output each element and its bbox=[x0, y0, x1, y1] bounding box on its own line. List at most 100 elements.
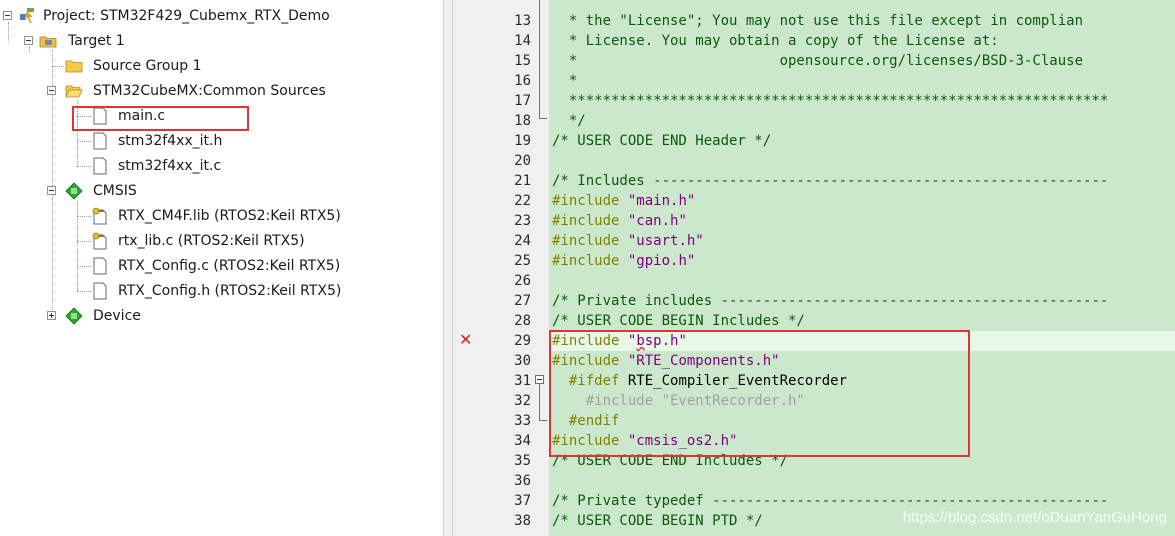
line-number: 19 bbox=[514, 133, 531, 149]
line-number: 36 bbox=[514, 473, 531, 489]
watermark: https://blog.csdn.net/oDuanYanGuHong bbox=[902, 509, 1167, 526]
line-number: 21 bbox=[514, 173, 531, 189]
code-line-13: * the "License"; You may not use this fi… bbox=[552, 13, 1084, 29]
keyword: #include bbox=[552, 193, 620, 209]
keyword: #include bbox=[552, 213, 620, 229]
line-number: 34 bbox=[514, 433, 531, 449]
collapse-icon[interactable] bbox=[47, 186, 56, 195]
file-icon bbox=[93, 257, 107, 275]
line-number: 23 bbox=[514, 213, 531, 229]
line-number: 33 bbox=[514, 413, 531, 429]
string: "main.h" bbox=[627, 193, 696, 209]
it-c-label: stm32f4xx_it.c bbox=[118, 158, 222, 174]
line-number: 30 bbox=[514, 353, 531, 369]
project-icon bbox=[20, 8, 34, 23]
code-line-19: /* USER CODE END Header */ bbox=[552, 133, 772, 149]
file-icon bbox=[93, 157, 107, 175]
project-label: Project: STM32F429_Cubemx_RTX_Demo bbox=[43, 8, 330, 24]
line-number: 20 bbox=[514, 153, 531, 169]
line-number: 22 bbox=[514, 193, 531, 209]
fold-line bbox=[539, 384, 540, 420]
line-number: 16 bbox=[514, 73, 531, 89]
code-line-37: /* Private typedef ---------------------… bbox=[552, 493, 1109, 509]
key-file-icon bbox=[92, 207, 107, 225]
code-line-17: ****************************************… bbox=[552, 93, 1109, 109]
tree-node-target[interactable]: Target 1 bbox=[0, 29, 200, 54]
fold-collapse-icon[interactable] bbox=[535, 375, 544, 384]
file-icon bbox=[93, 132, 107, 150]
rtx-config-h-label: RTX_Config.h (RTOS2:Keil RTX5) bbox=[118, 283, 342, 299]
fold-end bbox=[539, 420, 547, 421]
tree-node-rtx-lib-c[interactable]: rtx_lib.c (RTOS2:Keil RTX5) bbox=[0, 229, 340, 254]
fold-end bbox=[539, 118, 547, 119]
collapse-icon[interactable] bbox=[47, 86, 56, 95]
cmsis-label: CMSIS bbox=[93, 183, 137, 199]
keyword: #include bbox=[552, 253, 620, 269]
pane-splitter[interactable] bbox=[443, 0, 453, 536]
tree-node-rtx-config-c[interactable]: RTX_Config.c (RTOS2:Keil RTX5) bbox=[0, 254, 340, 279]
rtx-lib-label: RTX_CM4F.lib (RTOS2:Keil RTX5) bbox=[118, 208, 341, 224]
tree-node-rtx-config-h[interactable]: RTX_Config.h (RTOS2:Keil RTX5) bbox=[0, 279, 342, 304]
target-folder-icon bbox=[39, 36, 57, 48]
file-icon bbox=[93, 282, 107, 300]
code-line-16: * bbox=[552, 73, 578, 89]
string: "gpio.h" bbox=[627, 253, 696, 269]
line-number: 25 bbox=[514, 253, 531, 269]
collapse-icon[interactable] bbox=[3, 11, 12, 20]
line-number: 27 bbox=[514, 293, 531, 309]
rtx-lib-c-label: rtx_lib.c (RTOS2:Keil RTX5) bbox=[118, 233, 305, 249]
line-number: 38 bbox=[514, 513, 531, 529]
line-number: 31 bbox=[514, 373, 531, 389]
code-line-24: #include "usart.h" bbox=[552, 231, 704, 251]
code-line-23: #include "can.h" bbox=[552, 211, 687, 231]
device-label: Device bbox=[93, 308, 141, 324]
line-number: 28 bbox=[514, 313, 531, 329]
error-marker-icon[interactable]: ✕ bbox=[459, 330, 472, 350]
editor-gutter[interactable] bbox=[453, 0, 501, 536]
code-line-21: /* Includes ----------------------------… bbox=[552, 173, 1109, 189]
code-line-38: /* USER CODE BEGIN PTD */ bbox=[552, 513, 763, 529]
tree-node-project[interactable]: Project: STM32F429_Cubemx_RTX_Demo bbox=[0, 4, 330, 29]
line-number: 14 bbox=[514, 33, 531, 49]
tree-node-it-c[interactable]: stm32f4xx_it.c bbox=[0, 154, 250, 179]
code-line-18: */ bbox=[552, 113, 586, 129]
tree-node-source-group[interactable]: Source Group 1 bbox=[0, 54, 220, 79]
highlight-box-includes bbox=[549, 330, 970, 457]
line-number: 26 bbox=[514, 273, 531, 289]
collapse-icon[interactable] bbox=[24, 36, 33, 45]
fold-column bbox=[533, 0, 549, 536]
tree-node-it-h[interactable]: stm32f4xx_it.h bbox=[0, 129, 250, 154]
open-folder-icon bbox=[65, 85, 83, 98]
component-diamond-icon bbox=[65, 182, 83, 200]
code-line-28: /* USER CODE BEGIN Includes */ bbox=[552, 313, 805, 329]
common-sources-label: STM32CubeMX:Common Sources bbox=[93, 83, 326, 99]
line-number: 32 bbox=[514, 393, 531, 409]
component-diamond-icon bbox=[65, 307, 83, 325]
code-line-25: #include "gpio.h" bbox=[552, 251, 695, 271]
key-file-icon bbox=[92, 232, 107, 250]
code-line-15: * opensource.org/licenses/BSD-3-Clause bbox=[552, 53, 1084, 69]
it-h-label: stm32f4xx_it.h bbox=[118, 133, 223, 149]
keyword: #include bbox=[552, 233, 620, 249]
source-group-label: Source Group 1 bbox=[93, 58, 202, 74]
code-line-27: /* Private includes --------------------… bbox=[552, 293, 1109, 309]
tree-node-common-sources[interactable]: STM32CubeMX:Common Sources bbox=[0, 79, 340, 104]
target-label: Target 1 bbox=[68, 33, 125, 49]
code-editor[interactable]: ✕ 13 14 15 16 17 18 19 20 21 22 23 24 25… bbox=[453, 0, 1175, 536]
line-number: 18 bbox=[514, 113, 531, 129]
code-line-14: * License. You may obtain a copy of the … bbox=[552, 33, 999, 49]
folder-icon bbox=[65, 60, 83, 73]
project-tree[interactable]: Project: STM32F429_Cubemx_RTX_Demo Targe… bbox=[0, 0, 443, 536]
line-number: 37 bbox=[514, 493, 531, 509]
tree-node-cmsis[interactable]: CMSIS bbox=[0, 179, 200, 204]
line-number: 35 bbox=[514, 453, 531, 469]
tree-node-device[interactable]: Device bbox=[0, 304, 200, 329]
string: "can.h" bbox=[627, 213, 687, 229]
expand-icon[interactable] bbox=[47, 311, 56, 320]
tree-node-rtx-lib[interactable]: RTX_CM4F.lib (RTOS2:Keil RTX5) bbox=[0, 204, 341, 229]
fold-line bbox=[539, 0, 540, 118]
highlight-box-main-c bbox=[72, 106, 249, 131]
rtx-config-c-label: RTX_Config.c (RTOS2:Keil RTX5) bbox=[118, 258, 341, 274]
line-number: 15 bbox=[514, 53, 531, 69]
line-number: 13 bbox=[514, 13, 531, 29]
